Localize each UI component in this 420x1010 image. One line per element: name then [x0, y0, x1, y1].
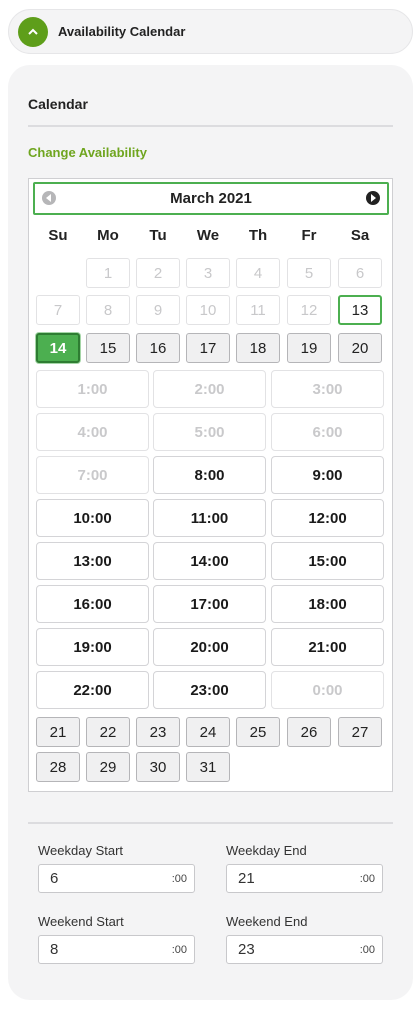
time-slot: 2:00	[153, 370, 266, 408]
day-cell: 8	[86, 295, 130, 325]
weekend-start-value: 8	[50, 941, 59, 958]
time-slot: 5:00	[153, 413, 266, 451]
time-slot: 0:00	[271, 671, 384, 709]
weekday-label: Th	[248, 227, 268, 244]
day-cell: 13	[338, 295, 382, 325]
time-slot: 1:00	[36, 370, 149, 408]
field-suffix: :00	[171, 873, 187, 885]
time-slot[interactable]: 23:00	[153, 671, 266, 709]
weekday-end-label: Weekday End	[226, 843, 307, 858]
weekend-start-label: Weekend Start	[38, 914, 124, 929]
weekday-start-label: Weekday Start	[38, 843, 124, 858]
time-slot[interactable]: 12:00	[271, 499, 384, 537]
day-cell[interactable]: 30	[136, 752, 180, 782]
day-cell[interactable]: 14	[36, 333, 80, 363]
day-cell[interactable]: 31	[186, 752, 230, 782]
time-slot[interactable]: 10:00	[36, 499, 149, 537]
time-slot: 3:00	[271, 370, 384, 408]
day-cell[interactable]: 20	[338, 333, 382, 363]
time-slot[interactable]: 8:00	[153, 456, 266, 494]
weekday-label: Su	[48, 227, 68, 244]
calendar-header: March 2021	[33, 182, 389, 215]
weekday-label: Tu	[149, 227, 167, 244]
weekday-label: Sa	[350, 227, 370, 244]
availability-calendar-header[interactable]: Availability Calendar	[8, 9, 413, 54]
day-cell: 12	[287, 295, 331, 325]
change-availability-link[interactable]: Change Availability	[28, 145, 147, 160]
divider	[28, 125, 393, 127]
weekday-end-field[interactable]: 21 :00	[226, 864, 383, 893]
day-cell: 4	[236, 258, 280, 288]
day-cell: 10	[186, 295, 230, 325]
day-cell[interactable]: 22	[86, 717, 130, 747]
day-cell[interactable]: 27	[338, 717, 382, 747]
prev-month-icon[interactable]	[42, 191, 56, 205]
weekday-label: Mo	[97, 227, 119, 244]
day-cell[interactable]: 29	[86, 752, 130, 782]
time-slot[interactable]: 17:00	[153, 585, 266, 623]
weekend-end-label: Weekend End	[226, 914, 308, 929]
day-cell: 3	[186, 258, 230, 288]
time-slot[interactable]: 22:00	[36, 671, 149, 709]
time-slot: 7:00	[36, 456, 149, 494]
day-cell[interactable]: 26	[287, 717, 331, 747]
weekend-start-field[interactable]: 8 :00	[38, 935, 195, 964]
weekend-end-field[interactable]: 23 :00	[226, 935, 383, 964]
time-slot[interactable]: 19:00	[36, 628, 149, 666]
weekday-end-value: 21	[238, 870, 255, 887]
day-cell: 7	[36, 295, 80, 325]
day-cell[interactable]: 15	[86, 333, 130, 363]
weekday-label: Fr	[301, 227, 317, 244]
weekend-end-value: 23	[238, 941, 255, 958]
time-slot[interactable]: 21:00	[271, 628, 384, 666]
weekday-start-field[interactable]: 6 :00	[38, 864, 195, 893]
time-slot[interactable]: 14:00	[153, 542, 266, 580]
time-slot: 4:00	[36, 413, 149, 451]
calendar-panel: Calendar Change Availability March 2021 …	[8, 65, 413, 1000]
time-slot: 6:00	[271, 413, 384, 451]
weekday-label: We	[196, 227, 220, 244]
day-cell: 11	[236, 295, 280, 325]
day-cell[interactable]: 16	[136, 333, 180, 363]
day-cell[interactable]: 23	[136, 717, 180, 747]
next-month-icon[interactable]	[366, 191, 380, 205]
day-cell[interactable]: 21	[36, 717, 80, 747]
time-slot[interactable]: 9:00	[271, 456, 384, 494]
day-cell: 9	[136, 295, 180, 325]
day-cell[interactable]: 18	[236, 333, 280, 363]
day-cell: 5	[287, 258, 331, 288]
chevron-up-icon[interactable]	[18, 16, 48, 47]
day-cell: 6	[338, 258, 382, 288]
time-slot[interactable]: 16:00	[36, 585, 149, 623]
day-cell: 2	[136, 258, 180, 288]
header-title: Availability Calendar	[58, 24, 186, 39]
field-suffix: :00	[171, 944, 187, 956]
time-slot[interactable]: 18:00	[271, 585, 384, 623]
time-slot[interactable]: 20:00	[153, 628, 266, 666]
day-cell[interactable]: 28	[36, 752, 80, 782]
day-cell[interactable]: 17	[186, 333, 230, 363]
day-cell[interactable]: 19	[287, 333, 331, 363]
weekday-start-value: 6	[50, 870, 59, 887]
availability-calendar: March 2021 Su Mo Tu We Th Fr Sa 1 2 3 4 5 6 7 8 9 10 11 12…	[28, 178, 393, 792]
day-cell[interactable]: 24	[186, 717, 230, 747]
time-slot[interactable]: 11:00	[153, 499, 266, 537]
time-slot[interactable]: 15:00	[271, 542, 384, 580]
field-suffix: :00	[359, 944, 375, 956]
field-suffix: :00	[359, 873, 375, 885]
divider	[28, 822, 393, 824]
day-cell[interactable]: 25	[236, 717, 280, 747]
month-label: March 2021	[170, 190, 252, 207]
day-cell: 1	[86, 258, 130, 288]
panel-title: Calendar	[28, 96, 88, 112]
time-slot[interactable]: 13:00	[36, 542, 149, 580]
